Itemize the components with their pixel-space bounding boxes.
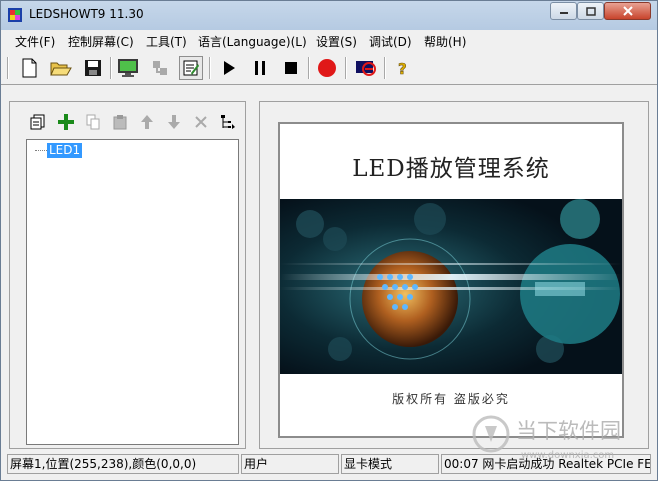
close-icon [622, 6, 633, 16]
arrow-down-icon [168, 115, 180, 129]
record-icon [318, 59, 336, 77]
app-window: LEDSHOWT9 11.30 文件(F) 控制屏幕(C) 工具(T) 语言(L… [0, 0, 658, 481]
add-page-button[interactable] [27, 111, 49, 133]
pages-icon [30, 114, 45, 130]
menu-help[interactable]: 帮助(H) [424, 33, 466, 50]
maximize-button[interactable] [577, 2, 604, 20]
splash-title: LED播放管理系统 [352, 156, 550, 182]
window-title: LEDSHOWT9 11.30 [29, 7, 144, 21]
paste-icon [113, 115, 127, 130]
minimize-button[interactable] [550, 2, 577, 20]
new-button[interactable] [17, 56, 41, 80]
copy-button[interactable] [82, 111, 104, 133]
copy-icon [86, 114, 100, 130]
help-button[interactable]: ? [390, 56, 414, 80]
menu-settings[interactable]: 设置(S) [316, 33, 357, 50]
toolbar-separator [110, 57, 112, 79]
tree-node-led1[interactable]: LED1 [47, 143, 83, 158]
toolbar-separator [7, 57, 9, 79]
tree-toolbar [19, 111, 241, 135]
toolbar-separator [384, 57, 386, 79]
menu-file[interactable]: 文件(F) [15, 33, 55, 50]
paste-button[interactable] [109, 111, 131, 133]
maximize-icon [585, 6, 596, 16]
toolbar-separator [308, 57, 310, 79]
open-folder-icon [50, 62, 72, 76]
tree-structure-icon [221, 115, 235, 129]
save-icon [85, 60, 101, 76]
close-button[interactable] [604, 2, 651, 20]
watermark-text: 当下软件园 [516, 419, 621, 443]
watermark-url: www.downxia.com [521, 450, 614, 461]
pause-button[interactable] [248, 56, 272, 80]
move-down-button[interactable] [163, 111, 185, 133]
app-logo-icon [8, 8, 22, 22]
connect-icon [153, 61, 167, 75]
title-bar[interactable]: LEDSHOWT9 11.30 [1, 1, 657, 30]
add-button[interactable] [55, 111, 77, 133]
tree-structure-button[interactable] [217, 111, 239, 133]
menu-bar: 文件(F) 控制屏幕(C) 工具(T) 语言(Language)(L) 设置(S… [1, 30, 657, 53]
splash-image: LED播放管理系统 版权所有 盗版必究 [278, 122, 624, 438]
play-button[interactable] [217, 56, 241, 80]
screen-button[interactable] [116, 56, 140, 80]
plus-icon [58, 114, 74, 130]
record-button[interactable] [315, 56, 339, 80]
status-mode: 显卡模式 [341, 454, 439, 474]
status-user: 用户 [241, 454, 339, 474]
delete-icon [195, 116, 207, 128]
help-icon: ? [398, 60, 407, 77]
play-icon [224, 61, 235, 75]
program-tree[interactable]: LED1 [26, 139, 239, 445]
menu-language[interactable]: 语言(Language)(L) [198, 33, 307, 50]
edit-program-button[interactable] [179, 56, 203, 80]
status-position: 屏幕1,位置(255,238),颜色(0,0,0) [7, 454, 239, 474]
menu-control-screen[interactable]: 控制屏幕(C) [68, 33, 134, 50]
splash-copyright: 版权所有 盗版必究 [392, 392, 510, 406]
stop-icon [285, 62, 297, 74]
open-button[interactable] [49, 56, 73, 80]
toolbar-separator [345, 57, 347, 79]
monitor-icon [118, 59, 138, 77]
screen-off-button[interactable] [354, 56, 378, 80]
edit-program-icon [183, 60, 199, 76]
toolbar-separator [209, 57, 211, 79]
screen-off-icon [356, 61, 376, 76]
save-button[interactable] [81, 56, 105, 80]
delete-button[interactable] [190, 111, 212, 133]
menu-tools[interactable]: 工具(T) [146, 33, 187, 50]
svg-text:?: ? [398, 60, 407, 77]
site-watermark: 当下软件园 www.downxia.com [472, 415, 621, 461]
tree-connector [35, 150, 47, 151]
pause-icon [255, 61, 265, 75]
minimize-icon [559, 12, 568, 14]
connect-button[interactable] [148, 56, 172, 80]
move-up-button[interactable] [136, 111, 158, 133]
globe-banner-image [280, 199, 622, 374]
main-toolbar: ? [1, 52, 657, 85]
stop-button[interactable] [279, 56, 303, 80]
arrow-up-icon [141, 115, 153, 129]
menu-debug[interactable]: 调试(D) [369, 33, 412, 50]
new-file-icon [22, 58, 37, 78]
